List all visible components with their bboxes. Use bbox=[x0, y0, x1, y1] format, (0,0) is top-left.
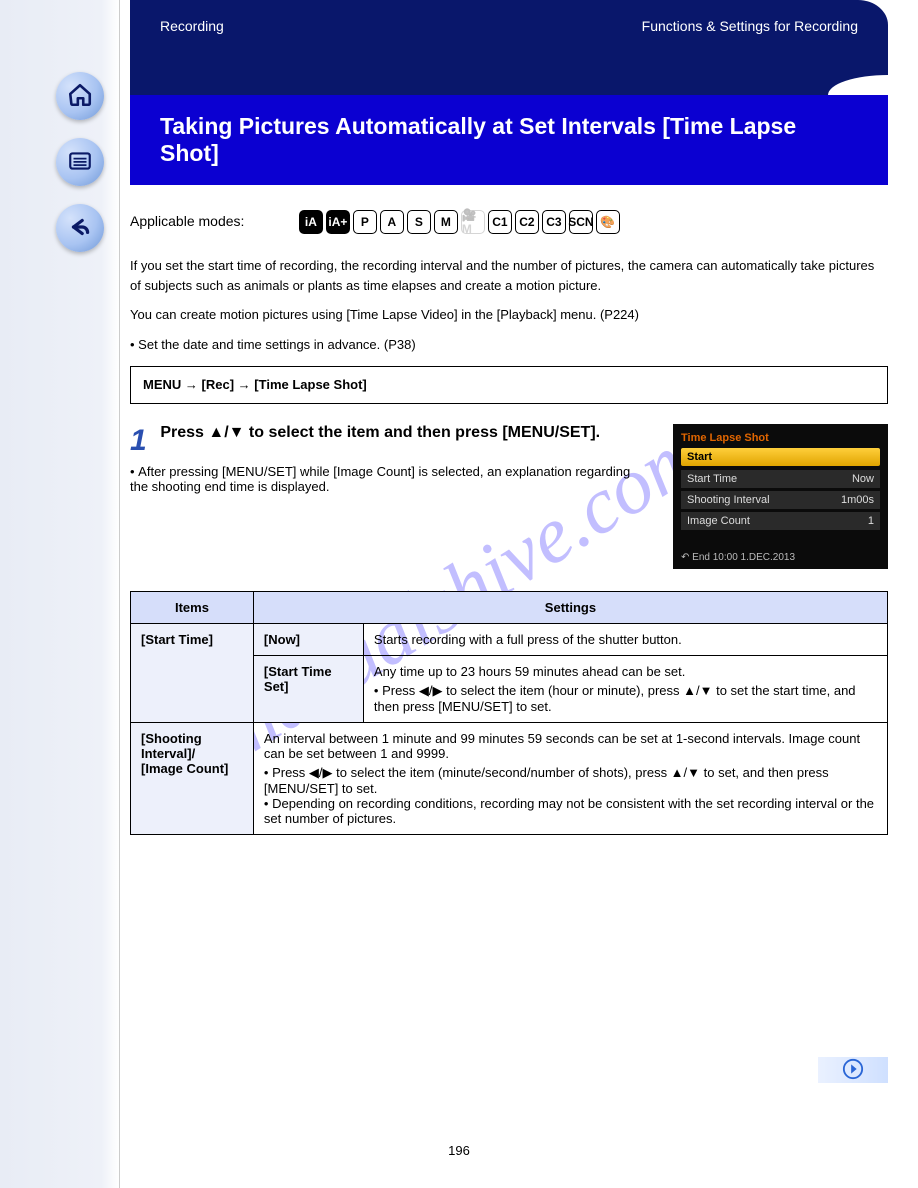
row-starttimeset-val: Any time up to 23 hours 59 minutes ahead… bbox=[363, 655, 887, 722]
next-page-button[interactable] bbox=[818, 1057, 888, 1083]
intro-text: If you set the start time of recording, … bbox=[130, 256, 888, 404]
step-bullet: After pressing [MENU/SET] while [Image C… bbox=[130, 464, 630, 494]
page-title: Taking Pictures Automatically at Set Int… bbox=[160, 113, 858, 167]
mode-movie-m: 🎥M bbox=[461, 210, 485, 234]
mode-icon-strip: iAiA+PASM🎥MC1C2C3SCN🎨 bbox=[299, 210, 620, 234]
page-number: 196 bbox=[448, 1143, 470, 1158]
back-icon bbox=[67, 214, 93, 243]
step-title: Press ▲/▼ to select the item and then pr… bbox=[160, 424, 600, 441]
arrow-right-icon bbox=[842, 1058, 864, 1083]
back-button[interactable] bbox=[56, 204, 104, 252]
mode-scn: SCN bbox=[569, 210, 593, 234]
row-interval-b1: Depending on recording conditions, recor… bbox=[264, 796, 874, 826]
intro-bullet: Set the date and time settings in advanc… bbox=[138, 337, 416, 352]
lcd-row-label: Shooting Interval bbox=[687, 494, 770, 506]
section-name: Recording bbox=[160, 18, 224, 34]
settings-table: Items Settings [Start Time] [Now] Starts… bbox=[130, 591, 888, 835]
col-items: Items bbox=[131, 591, 254, 623]
step-number: 1 bbox=[130, 424, 147, 457]
lcd-preview: Time Lapse Shot Start Start Time Now Shoot… bbox=[673, 424, 888, 569]
list-icon bbox=[67, 148, 93, 177]
row-interval-b0: Press ◀/▶ to select the item (minute/sec… bbox=[264, 765, 829, 796]
row-starttimeset-b0: Press ◀/▶ to select the item (hour or mi… bbox=[374, 683, 856, 714]
mode-ia: iA bbox=[299, 210, 323, 234]
lcd-selected: Start bbox=[681, 448, 880, 466]
mode-p: P bbox=[353, 210, 377, 234]
menu-path-box: MENU → [Rec] → [Time Lapse Shot] bbox=[130, 366, 888, 404]
mode-creative: 🎨 bbox=[596, 210, 620, 234]
page-title-band: Taking Pictures Automatically at Set Int… bbox=[130, 95, 888, 185]
lcd-row: Start Time Now bbox=[681, 470, 880, 488]
row-starttimeset-text: Any time up to 23 hours 59 minutes ahead… bbox=[374, 664, 685, 679]
row-now-key: [Now] bbox=[253, 623, 363, 655]
row-starttimeset-key: [Start Time Set] bbox=[253, 655, 363, 722]
menu-step2: [Time Lapse Shot] bbox=[254, 377, 366, 392]
row-start-time-label: [Start Time] bbox=[131, 623, 254, 722]
mode-s: S bbox=[407, 210, 431, 234]
lcd-row: Image Count 1 bbox=[681, 512, 880, 530]
menu-root: MENU bbox=[143, 377, 181, 392]
home-icon bbox=[67, 82, 93, 111]
section-header: Recording Functions & Settings for Recor… bbox=[130, 0, 888, 95]
menu-step1: [Rec] bbox=[202, 377, 235, 392]
mode-ia-plus: iA+ bbox=[326, 210, 350, 234]
intro-p2: You can create motion pictures using [Ti… bbox=[130, 305, 888, 325]
row-interval-text: An interval between 1 minute and 99 minu… bbox=[264, 731, 860, 761]
section-sub: Functions & Settings for Recording bbox=[642, 18, 858, 34]
row-now-val: Starts recording with a full press of th… bbox=[363, 623, 887, 655]
row-interval-label: [Shooting Interval]/ [Image Count] bbox=[131, 722, 254, 834]
contents-button[interactable] bbox=[56, 138, 104, 186]
lcd-row-value: 1m00s bbox=[841, 494, 874, 506]
intro-p1: If you set the start time of recording, … bbox=[130, 256, 888, 295]
modes-label: Applicable modes: bbox=[130, 213, 295, 229]
lcd-row-value: Now bbox=[852, 473, 874, 485]
lcd-row: Shooting Interval 1m00s bbox=[681, 491, 880, 509]
mode-c1: C1 bbox=[488, 210, 512, 234]
arrow-icon: → bbox=[238, 377, 255, 392]
mode-c3: C3 bbox=[542, 210, 566, 234]
mode-a: A bbox=[380, 210, 404, 234]
lcd-row-value: 1 bbox=[868, 515, 874, 527]
lcd-title: Time Lapse Shot bbox=[681, 432, 880, 444]
side-nav bbox=[0, 0, 120, 1188]
lcd-footer: End 10:00 1.DEC.2013 bbox=[681, 552, 795, 563]
lcd-row-label: Image Count bbox=[687, 515, 750, 527]
home-button[interactable] bbox=[56, 72, 104, 120]
arrow-icon: → bbox=[185, 377, 202, 392]
lcd-row-label: Start Time bbox=[687, 473, 737, 485]
col-settings: Settings bbox=[253, 591, 887, 623]
mode-m: M bbox=[434, 210, 458, 234]
row-interval-body: An interval between 1 minute and 99 minu… bbox=[253, 722, 887, 834]
mode-c2: C2 bbox=[515, 210, 539, 234]
